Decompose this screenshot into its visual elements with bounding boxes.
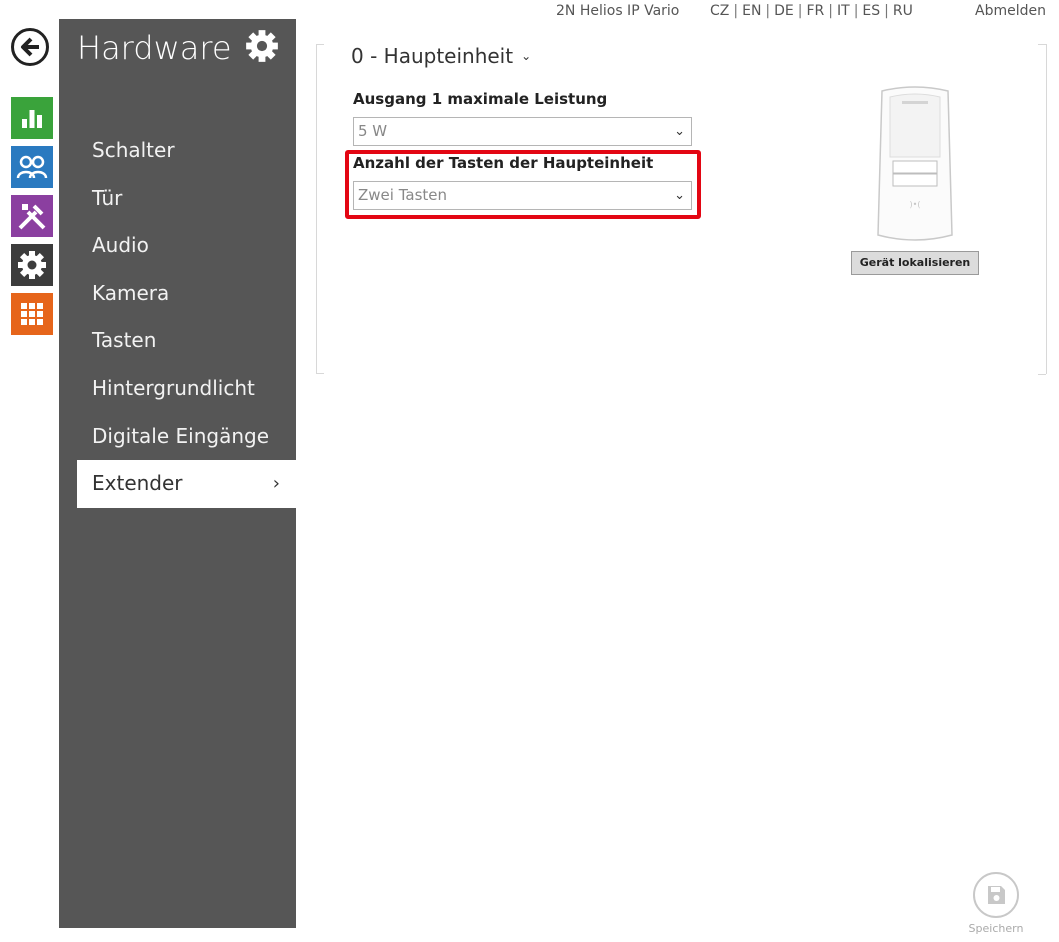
back-button[interactable]: [11, 28, 49, 66]
sidebar-item-audio[interactable]: Audio: [77, 222, 296, 270]
services-nav-button[interactable]: [11, 195, 53, 237]
sidebar-item-schalter[interactable]: Schalter: [77, 127, 296, 175]
unit-title: 0 - Haupteinheit: [351, 44, 514, 68]
lang-en[interactable]: EN: [742, 3, 761, 19]
sidebar-item-label: Tür: [92, 185, 123, 210]
settings-gear-icon[interactable]: [245, 29, 279, 63]
sidebar-item-label: Kamera: [92, 280, 170, 305]
hardware-nav-button[interactable]: [11, 244, 53, 286]
chevron-down-icon: ⌄: [674, 124, 685, 139]
lang-ru[interactable]: RU: [893, 3, 913, 19]
locate-device-button[interactable]: Gerät lokalisieren: [851, 251, 979, 275]
lang-fr[interactable]: FR: [807, 3, 825, 19]
save-label: Speichern: [968, 922, 1024, 935]
back-icon: [21, 37, 39, 57]
device-image: )•(: [877, 86, 953, 241]
users-nav-button[interactable]: [11, 146, 53, 188]
panel-corner: [1038, 44, 1046, 45]
status-nav-button[interactable]: [11, 97, 53, 139]
sidebar-item-digitale-eingaenge[interactable]: Digitale Eingänge: [77, 413, 296, 461]
top-bar: 2N Helios IP Vario CZ | EN | DE | FR | IT | ES | RU …: [300, 0, 1059, 24]
sidebar-item-tuer[interactable]: Tür: [77, 175, 296, 223]
sidebar-item-label: Schalter: [92, 138, 175, 162]
sidebar-title: Hardware: [77, 29, 232, 67]
device-name: 2N Helios IP Vario: [556, 3, 680, 19]
output-power-label: Ausgang 1 maximale Leistung: [353, 90, 608, 108]
sidebar-item-label: Audio: [92, 233, 149, 258]
lang-de[interactable]: DE: [774, 3, 794, 19]
grid-icon: [21, 303, 43, 325]
sidebar-item-hintergrundlicht[interactable]: Hintergrundlicht: [77, 365, 296, 413]
lang-it[interactable]: IT: [837, 3, 850, 19]
logout-link[interactable]: Abmelden: [975, 3, 1046, 19]
language-switcher: CZ | EN | DE | FR | IT | ES | RU: [710, 3, 913, 19]
floppy-disk-icon: [988, 886, 1005, 904]
users-icon: [16, 155, 48, 179]
output-power-select[interactable]: 5 W ⌄: [353, 117, 692, 146]
save-button[interactable]: [973, 872, 1019, 918]
svg-text:)•(: )•(: [910, 200, 921, 209]
panel-corner: [1038, 374, 1046, 375]
highlight-box: [345, 150, 701, 219]
sidebar-item-label: Digitale Eingänge: [92, 423, 270, 448]
system-nav-button[interactable]: [11, 293, 53, 335]
sidebar-menu: Schalter Tür Audio Kamera Tasten Hinterg…: [77, 127, 296, 508]
sidebar-item-tasten[interactable]: Tasten: [77, 317, 296, 365]
lang-cz[interactable]: CZ: [710, 3, 729, 19]
sidebar-item-label: Tasten: [92, 328, 157, 353]
tools-icon: [18, 204, 46, 230]
output-power-value: 5 W: [358, 122, 388, 140]
gear-icon: [18, 251, 46, 279]
sidebar-item-label: Hintergrundlicht: [92, 375, 255, 400]
chevron-down-icon: ⌄: [521, 49, 532, 63]
sidebar-item-extender[interactable]: Extender ›: [77, 460, 296, 508]
chevron-right-icon: ›: [272, 473, 280, 495]
sidebar-item-kamera[interactable]: Kamera: [77, 270, 296, 318]
lang-es[interactable]: ES: [862, 3, 880, 19]
sidebar-item-label: Extender: [92, 471, 183, 496]
chart-icon: [22, 110, 42, 128]
sidebar: Hardware Schalter Tür Audio Kamera Taste…: [59, 19, 296, 928]
unit-selector[interactable]: 0 - Haupteinheit ⌄: [351, 44, 531, 68]
